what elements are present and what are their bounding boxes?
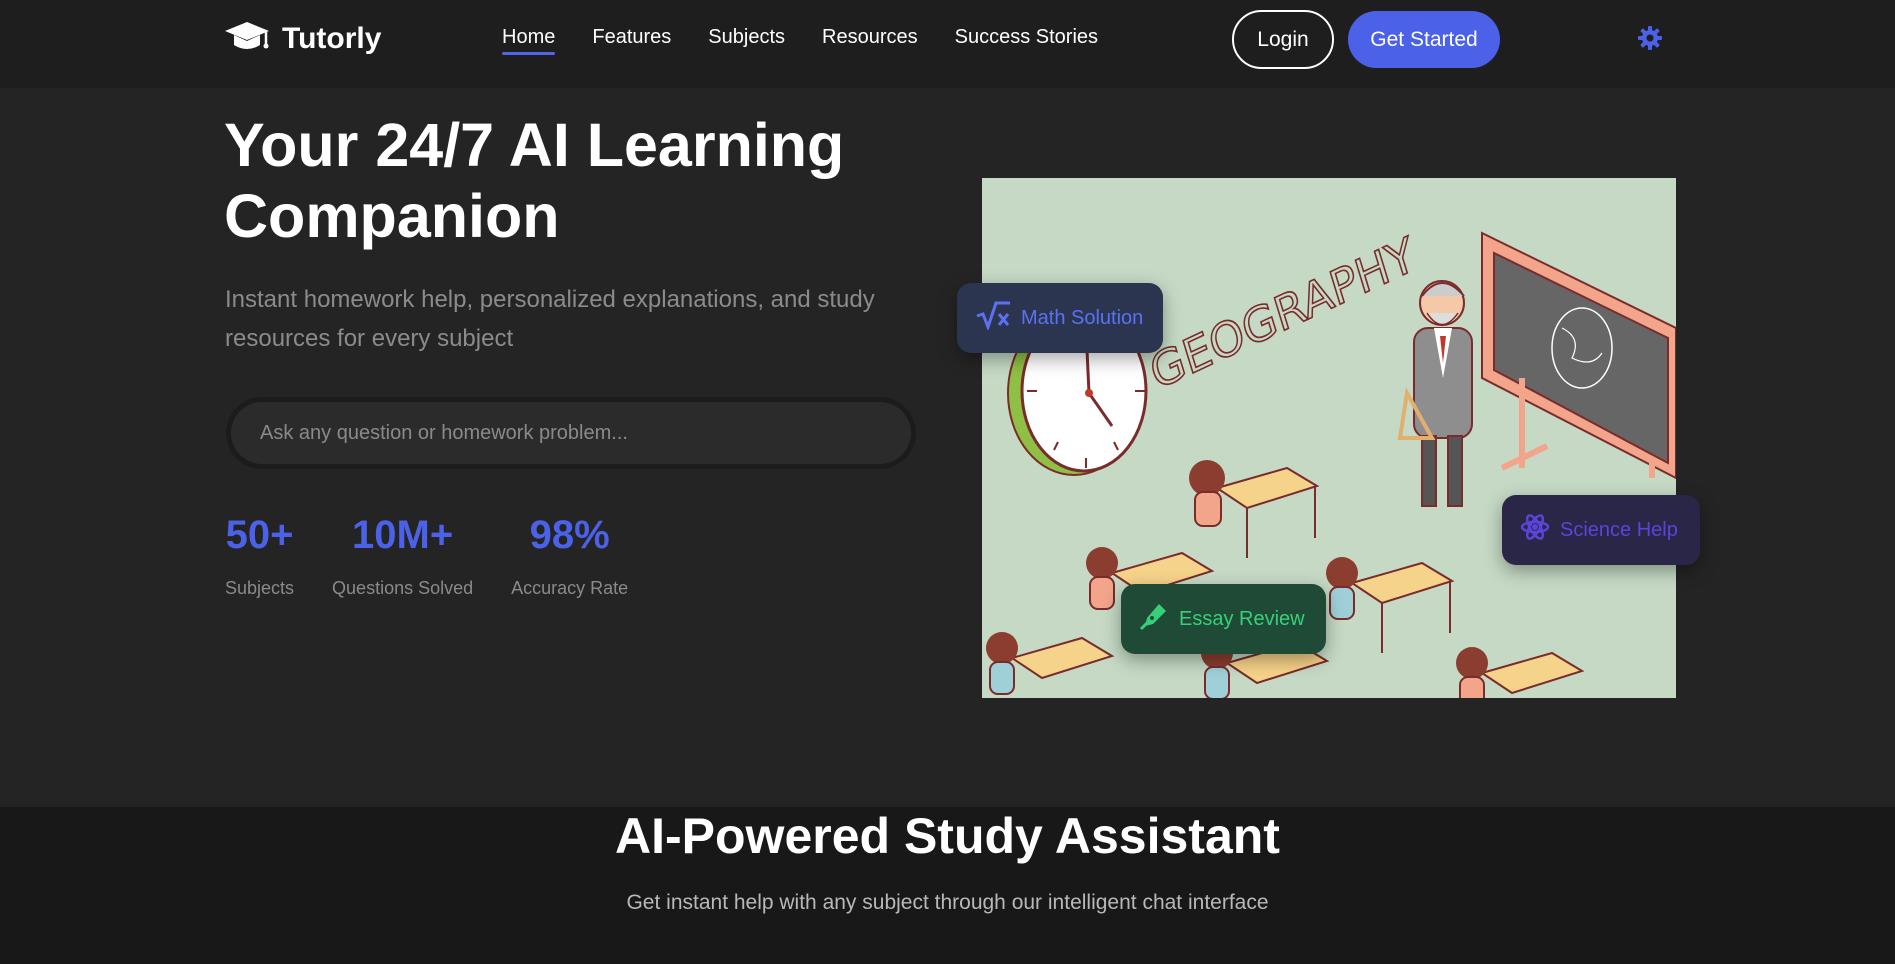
atom-icon (1520, 512, 1550, 548)
teacher-figure (1397, 280, 1473, 507)
main-nav: Home Features Subjects Resources Success… (502, 26, 1098, 55)
login-button[interactable]: Login (1232, 10, 1334, 69)
stat-label: Accuracy Rate (511, 578, 629, 598)
math-solution-card[interactable]: Math Solution (957, 283, 1163, 353)
brand-name: Tutorly (282, 22, 382, 55)
chalkboard (1481, 231, 1676, 480)
stat-value: 98% (529, 513, 610, 557)
pen-nib-icon (1139, 601, 1169, 637)
students-desks (986, 460, 1585, 698)
nav-link-features[interactable]: Features (592, 26, 671, 55)
science-help-label: Science Help (1560, 518, 1678, 541)
question-search-box (226, 397, 916, 469)
stat-subjects: 50+ Subjects (225, 510, 294, 599)
hero-subtitle: Instant homework help, personalized expl… (225, 286, 875, 352)
board-word: GEOGRAPHY (1144, 226, 1422, 400)
stat-accuracy-rate: 98% Accuracy Rate (511, 510, 628, 599)
nav-link-success-stories[interactable]: Success Stories (955, 26, 1098, 55)
section-subtitle: Get instant help with any subject throug… (626, 891, 1269, 914)
stats-row: 50+ Subjects 10M+ Questions Solved 98% A… (225, 510, 628, 599)
stat-label: Questions Solved (332, 578, 474, 598)
essay-review-card[interactable]: Essay Review (1121, 584, 1326, 654)
science-help-card[interactable]: Science Help (1502, 495, 1700, 565)
essay-review-label: Essay Review (1179, 607, 1305, 630)
nav-link-subjects[interactable]: Subjects (708, 26, 785, 55)
stat-questions-solved: 10M+ Questions Solved (332, 510, 473, 599)
theme-toggle-button[interactable] (1636, 25, 1664, 56)
question-input[interactable] (231, 402, 911, 464)
hero-title-line-1: Your 24/7 AI Learning (224, 111, 845, 179)
study-assistant-section: AI-Powered Study Assistant Get instant h… (0, 807, 1895, 964)
gear-icon (1637, 25, 1663, 56)
nav-link-home[interactable]: Home (502, 26, 556, 55)
square-root-icon (975, 300, 1011, 336)
math-solution-label: Math Solution (1021, 306, 1144, 329)
hero-title-line-2: Companion (224, 182, 560, 250)
get-started-button[interactable]: Get Started (1348, 11, 1500, 68)
graduation-cap-icon (224, 20, 270, 59)
stat-label: Subjects (225, 578, 295, 598)
classroom-illustration: GEOGRAPHY (982, 178, 1676, 698)
stat-value: 50+ (225, 513, 294, 557)
top-navbar: Tutorly Home Features Subjects Resources… (0, 0, 1895, 88)
section-title: AI-Powered Study Assistant (615, 808, 1280, 864)
nav-link-resources[interactable]: Resources (822, 26, 918, 55)
hero-title: Your 24/7 AI Learning Companion (224, 110, 924, 252)
stat-value: 10M+ (352, 513, 454, 557)
brand-logo[interactable]: Tutorly (224, 18, 381, 60)
